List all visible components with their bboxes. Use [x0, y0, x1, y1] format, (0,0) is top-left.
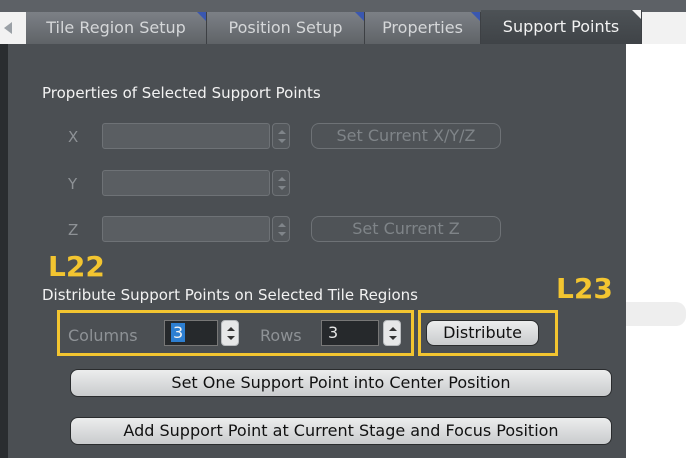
columns-value: 3	[171, 323, 186, 342]
tab-label: Tile Region Setup	[46, 18, 186, 37]
stepper-up-icon	[278, 177, 286, 181]
z-label: Z	[68, 221, 79, 239]
x-input[interactable]	[102, 123, 270, 149]
stepper-up-icon	[278, 130, 286, 134]
distribute-button[interactable]: Distribute	[426, 320, 539, 346]
y-stepper[interactable]	[272, 170, 290, 196]
annotation-l22: L22	[48, 250, 105, 283]
tab-corner-icon	[197, 12, 206, 21]
stepper-down-icon	[278, 186, 286, 190]
distribute-section-title: Distribute Support Points on Selected Ti…	[42, 286, 418, 304]
stepper-down-icon	[278, 139, 286, 143]
side-handle	[626, 302, 686, 326]
tab-position-setup[interactable]: Position Setup	[207, 12, 365, 44]
set-current-z-button[interactable]: Set Current Z	[311, 216, 501, 242]
stepper-up-icon	[227, 327, 235, 331]
add-support-point-button[interactable]: Add Support Point at Current Stage and F…	[70, 417, 612, 445]
z-input[interactable]	[102, 216, 270, 242]
tab-corner-icon	[471, 12, 480, 21]
columns-label: Columns	[68, 326, 138, 345]
rows-label: Rows	[260, 326, 302, 345]
tab-label: Position Setup	[228, 18, 343, 37]
stepper-down-icon	[278, 232, 286, 236]
stepper-down-icon	[389, 336, 397, 340]
tab-corner-icon	[632, 10, 641, 19]
columns-stepper[interactable]	[221, 320, 239, 346]
tab-label: Support Points	[502, 17, 620, 36]
tab-tile-region-setup[interactable]: Tile Region Setup	[26, 12, 207, 44]
x-stepper[interactable]	[272, 123, 290, 149]
columns-input[interactable]: 3	[164, 320, 218, 346]
tab-label: Properties	[382, 18, 463, 37]
stepper-up-icon	[278, 223, 286, 227]
tab-scroll-left-icon[interactable]	[4, 22, 12, 34]
y-input[interactable]	[102, 170, 270, 196]
rows-input[interactable]: 3	[321, 320, 379, 346]
stepper-up-icon	[389, 327, 397, 331]
y-label: Y	[68, 175, 78, 193]
x-label: X	[68, 128, 79, 146]
annotation-l23: L23	[556, 272, 613, 305]
set-center-support-point-button[interactable]: Set One Support Point into Center Positi…	[70, 369, 612, 397]
panel-left-edge	[0, 44, 8, 458]
right-margin	[626, 44, 686, 458]
set-current-xyz-button[interactable]: Set Current X/Y/Z	[311, 123, 501, 149]
tab-properties[interactable]: Properties	[365, 12, 481, 44]
tab-support-points[interactable]: Support Points	[481, 10, 642, 44]
z-stepper[interactable]	[272, 216, 290, 242]
properties-section-title: Properties of Selected Support Points	[42, 84, 321, 102]
stepper-down-icon	[227, 336, 235, 340]
rows-stepper[interactable]	[383, 320, 401, 346]
tab-corner-icon	[355, 12, 364, 21]
